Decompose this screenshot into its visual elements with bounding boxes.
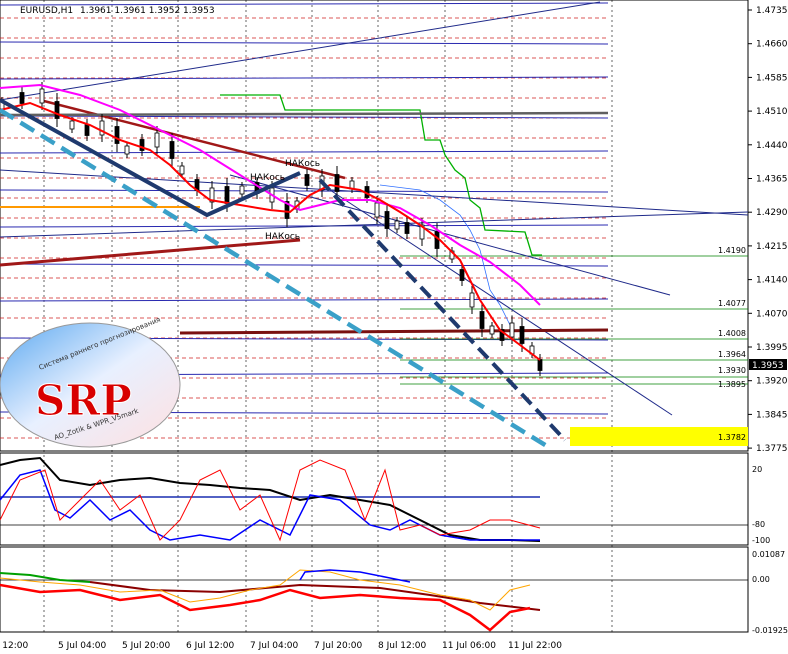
level-value-label: 1.4190 <box>718 246 746 255</box>
price-tick-label: 1.3775 <box>756 444 788 454</box>
ind1-tick-label: -100 <box>752 536 770 545</box>
candle-body <box>509 322 515 338</box>
candle-body <box>374 202 380 218</box>
indicator1-axis: 20 -80 -100 <box>752 465 770 545</box>
nak-label-3: НАКось <box>265 232 300 242</box>
candle-body <box>54 101 60 119</box>
time-axis: 4 Jul 12:00 5 Jul 04:00 5 Jul 20:00 6 Jul 1… <box>0 641 562 651</box>
candle-body <box>334 174 340 192</box>
price-tick-label: 1.4585 <box>756 73 788 83</box>
time-tick-label: 7 Jul 04:00 <box>250 641 299 651</box>
price-tick-label: 1.3845 <box>756 410 788 420</box>
candle-body <box>519 326 525 344</box>
candle-body <box>114 126 120 144</box>
level-value-label: 1.3782 <box>718 433 746 442</box>
candle-body <box>469 292 475 308</box>
candle-body <box>489 325 495 335</box>
candle-body <box>179 165 185 175</box>
level-value-label: 1.4008 <box>718 329 746 338</box>
price-tick-label: 1.4735 <box>756 6 788 16</box>
price-tick-label: 1.4660 <box>756 40 788 50</box>
ind1-tick-label: 20 <box>752 465 762 474</box>
ind2-tick-label: 0.00 <box>752 575 770 584</box>
level-value-label: 1.3964 <box>718 350 746 359</box>
indicator2-axis: 0.01087 0.00 -0.01925 <box>752 550 788 635</box>
chart-area[interactable]: НАКось НАКось НАКось EURUSD,H1 1.3961 1.… <box>0 0 788 654</box>
candle-body <box>459 269 465 281</box>
candle-body <box>384 211 390 229</box>
price-tick-label: 1.4440 <box>756 141 788 151</box>
current-price-label: 1.3953 <box>752 361 784 371</box>
candle-body <box>394 220 400 230</box>
ind2-tick-label: -0.01925 <box>752 626 788 635</box>
nak-label-2: НАКось <box>250 173 285 183</box>
time-tick-label: 8 Jul 12:00 <box>378 641 427 651</box>
price-tick-label: 1.3920 <box>756 377 788 387</box>
price-axis[interactable]: 1.4735 1.4660 1.4585 1.4510 1.4440 1.4365 1.42… <box>748 6 788 454</box>
time-tick-label: 11 Jul 22:00 <box>508 641 562 651</box>
candle-body <box>19 92 25 104</box>
candle-body <box>239 185 245 195</box>
price-tick-label: 1.4140 <box>756 276 788 286</box>
ind1-tick-label: -80 <box>752 520 765 529</box>
candle-body <box>169 141 175 159</box>
nak-label-1: НАКось <box>285 159 320 169</box>
time-tick-label: 11 Jul 06:00 <box>442 641 496 651</box>
candle-body <box>404 222 410 234</box>
candle-body <box>84 124 90 136</box>
symbol-label: EURUSD,H1 <box>20 6 73 16</box>
ind2-tick-label: 0.01087 <box>752 550 785 559</box>
level-value-label: 1.3930 <box>718 366 746 375</box>
level-value-label: 1.3895 <box>718 380 746 389</box>
candle-body <box>224 186 230 204</box>
candle-body <box>537 359 543 371</box>
price-tick-label: 1.4215 <box>756 242 788 252</box>
time-tick-label: 5 Jul 20:00 <box>122 641 171 651</box>
time-tick-label: 4 Jul 12:00 <box>0 641 29 651</box>
time-tick-label: 5 Jul 04:00 <box>58 641 107 651</box>
time-tick-label: 7 Jul 20:00 <box>314 641 363 651</box>
level-value-label: 1.4077 <box>718 299 746 308</box>
candle-body <box>69 120 75 130</box>
price-tick-label: 1.4290 <box>756 208 788 218</box>
candle-body <box>124 145 130 155</box>
time-tick-label: 6 Jul 12:00 <box>186 641 235 651</box>
price-tick-label: 1.4365 <box>756 175 788 185</box>
ohlc-values: 1.3961 1.3961 1.3952 1.3953 <box>80 6 215 16</box>
candle-body <box>479 311 485 329</box>
candle-body <box>99 120 105 136</box>
price-tick-label: 1.3995 <box>756 343 788 353</box>
price-tick-label: 1.4070 <box>756 309 788 319</box>
indicator-panel-2[interactable] <box>0 546 749 633</box>
price-tick-label: 1.4510 <box>756 107 788 117</box>
candle-body <box>304 174 310 186</box>
candle-body <box>39 88 45 104</box>
candle-body <box>154 132 160 148</box>
